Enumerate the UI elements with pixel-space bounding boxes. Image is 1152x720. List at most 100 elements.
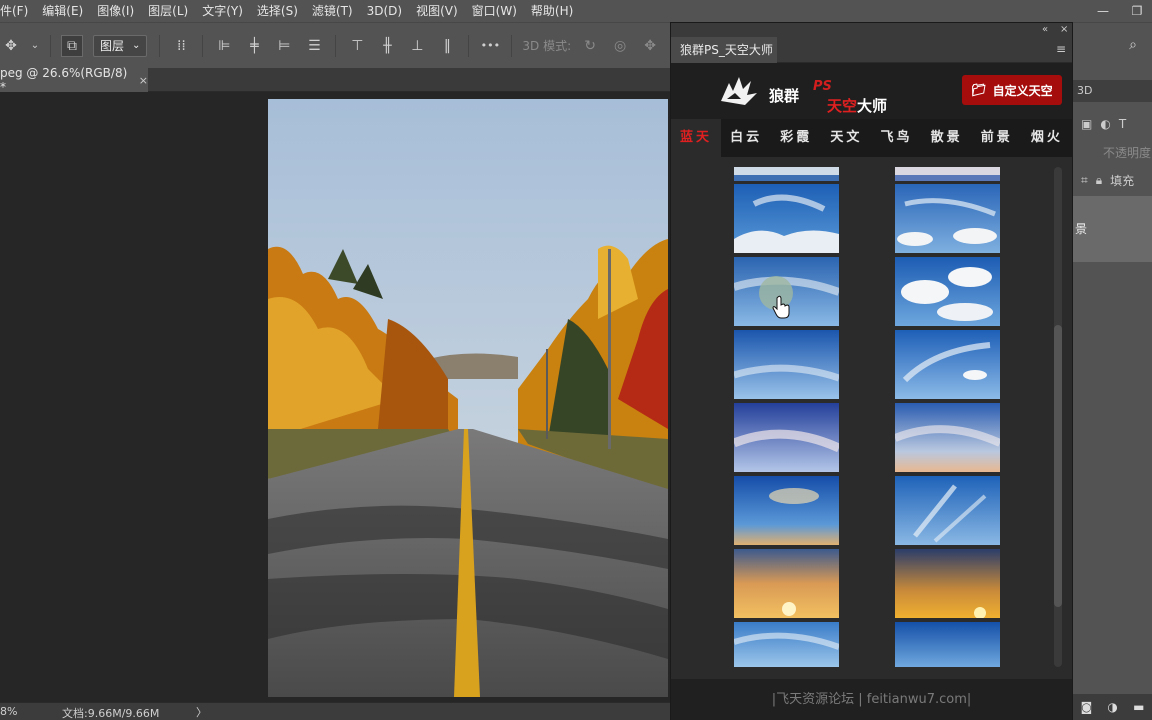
add-mask-icon[interactable]: ◙ xyxy=(1081,700,1093,714)
thumbnail-scrollbar[interactable] xyxy=(1054,167,1062,667)
menu-edit[interactable]: 编辑(E) xyxy=(35,0,90,22)
align-left-icon[interactable]: ⊫ xyxy=(213,35,235,57)
panel-menu-icon[interactable]: ≡ xyxy=(1056,42,1066,56)
tab-white-clouds[interactable]: 白云 xyxy=(721,119,771,157)
opacity-label: 不透明度 xyxy=(1103,145,1152,160)
custom-sky-button[interactable]: 📁︎ 自定义天空 xyxy=(962,75,1062,105)
3d-mode-label: 3D 模式: xyxy=(522,39,572,53)
transform-controls-icon[interactable]: ⁞⁞ xyxy=(170,35,192,57)
folder-icon[interactable]: ▬ xyxy=(1133,700,1144,714)
menu-type[interactable]: 文字(Y) xyxy=(195,0,250,22)
align-vcenter-icon[interactable]: ╫ xyxy=(376,35,398,57)
adjustment-filter-icon[interactable]: ◐ xyxy=(1100,117,1110,131)
fill-label: 填充 xyxy=(1110,173,1135,188)
hand-cursor-icon xyxy=(772,295,790,319)
lock-row: ⌗ 🔒︎ 填充 xyxy=(1073,166,1152,194)
sky-thumbnail[interactable] xyxy=(895,167,1000,181)
align-top-icon[interactable]: ⊤ xyxy=(346,35,368,57)
collapse-panel-button[interactable]: « xyxy=(1042,23,1048,37)
menu-help[interactable]: 帮助(H) xyxy=(524,0,580,22)
distribute-vertical-icon[interactable]: ‖ xyxy=(436,35,458,57)
close-panel-button[interactable]: × xyxy=(1060,23,1068,37)
align-right-icon[interactable]: ⊨ xyxy=(273,35,295,57)
restore-button[interactable]: ❐ xyxy=(1122,0,1152,22)
menu-image[interactable]: 图像(I) xyxy=(90,0,141,22)
sky-thumbnail[interactable] xyxy=(734,167,839,181)
tab-astronomy[interactable]: 天文 xyxy=(821,119,871,157)
sky-thumbnail[interactable] xyxy=(734,403,839,472)
search-icon[interactable]: ⌕ xyxy=(1122,34,1144,56)
tab-bokeh[interactable]: 散景 xyxy=(922,119,972,157)
sky-thumbnail[interactable] xyxy=(895,622,1000,667)
wolf-logo-icon xyxy=(721,77,757,105)
menu-view[interactable]: 视图(V) xyxy=(409,0,465,22)
panel-top-strip: « × xyxy=(671,23,1072,37)
tab-3d[interactable]: 3D xyxy=(1073,80,1152,102)
tab-foreground[interactable]: 前景 xyxy=(972,119,1022,157)
document-tab[interactable]: peg @ 26.6%(RGB/8) * × xyxy=(0,66,148,94)
category-tabs: 蓝天 白云 彩霞 天文 飞鸟 散景 前景 烟火 xyxy=(671,119,1072,157)
type-filter-icon[interactable]: T xyxy=(1119,117,1126,131)
menu-select[interactable]: 选择(S) xyxy=(250,0,305,22)
divider xyxy=(50,34,51,57)
menu-file[interactable]: 件(F) xyxy=(0,0,35,22)
plugin-header: 狼群 PS 天空大师 📁︎ 自定义天空 xyxy=(671,63,1072,119)
sky-thumbnail[interactable] xyxy=(895,330,1000,399)
plugin-footer: |飞天资源论坛 | feitianwu7.com| xyxy=(671,679,1072,720)
menu-window[interactable]: 窗口(W) xyxy=(465,0,524,22)
sky-thumbnail[interactable] xyxy=(895,257,1000,326)
sky-thumbnail[interactable] xyxy=(895,549,1000,618)
menu-filter[interactable]: 滤镜(T) xyxy=(305,0,360,22)
document-tab-title: peg @ 26.6%(RGB/8) * xyxy=(0,66,128,94)
tab-fireworks[interactable]: 烟火 xyxy=(1022,119,1072,157)
status-menu-arrow[interactable]: 〉 xyxy=(196,704,207,720)
sky-thumbnail[interactable] xyxy=(734,549,839,618)
chevron-down-icon: ⌄ xyxy=(132,40,141,51)
sky-thumbnail[interactable] xyxy=(734,184,839,253)
image-filter-icon[interactable]: ▣ xyxy=(1081,117,1092,131)
sky-thumbnail-grid xyxy=(671,157,1072,667)
zoom-level[interactable]: 8% xyxy=(0,705,17,718)
tab-blue-sky[interactable]: 蓝天 xyxy=(671,119,722,157)
3d-orbit-icon[interactable]: ↻ xyxy=(579,35,601,57)
sky-thumbnail[interactable] xyxy=(895,184,1000,253)
more-options-button[interactable]: ••• xyxy=(479,35,501,57)
layer-select-dropdown[interactable]: 图层 ⌄ xyxy=(93,34,148,57)
menu-3d[interactable]: 3D(D) xyxy=(360,0,409,22)
sky-thumbnail[interactable] xyxy=(734,622,839,667)
sky-thumbnail[interactable] xyxy=(895,476,1000,545)
plugin-tab-title: 狼群PS_天空大师 xyxy=(680,43,773,57)
logo-text-wolf: 狼群 xyxy=(769,87,800,105)
close-icon[interactable]: × xyxy=(139,74,148,87)
3d-roll-icon[interactable]: ◎ xyxy=(609,35,631,57)
layers-panel-footer: ◙ ◑ ▬ xyxy=(1073,694,1152,720)
custom-sky-label: 自定义天空 xyxy=(992,83,1053,98)
scrollbar-thumb[interactable] xyxy=(1054,325,1062,607)
adjustment-icon[interactable]: ◑ xyxy=(1107,700,1117,714)
divider xyxy=(202,34,204,57)
sky-thumbnail[interactable] xyxy=(895,403,1000,472)
sky-thumbnail[interactable] xyxy=(734,330,839,399)
document-image[interactable] xyxy=(268,99,668,697)
menu-layer[interactable]: 图层(L) xyxy=(141,0,195,22)
lock-position-icon[interactable]: ⌗ xyxy=(1081,173,1088,188)
3d-pan-icon[interactable]: ✥ xyxy=(639,35,661,57)
plugin-tab[interactable]: 狼群PS_天空大师 xyxy=(671,37,777,63)
divider xyxy=(335,34,337,57)
minimize-button[interactable]: — xyxy=(1088,0,1118,22)
chevron-down-icon[interactable]: ⌄ xyxy=(30,35,40,57)
align-bottom-icon[interactable]: ⊥ xyxy=(406,35,428,57)
divider xyxy=(159,34,161,57)
distribute-icon[interactable]: ☰ xyxy=(303,35,325,57)
tab-birds[interactable]: 飞鸟 xyxy=(872,119,922,157)
align-hcenter-icon[interactable]: ╪ xyxy=(243,35,265,57)
plugin-logo: 狼群 PS 天空大师 xyxy=(717,71,897,115)
lock-icon[interactable]: 🔒︎ xyxy=(1096,173,1102,188)
logo-text-master: 大师 xyxy=(857,97,888,115)
tab-sunset-glow[interactable]: 彩霞 xyxy=(771,119,821,157)
move-tool-icon[interactable]: ✥ xyxy=(0,35,22,57)
sky-thumbnail[interactable] xyxy=(734,476,839,545)
layer-row-background[interactable]: 景 xyxy=(1073,196,1152,262)
auto-select-icon[interactable]: ⧉ xyxy=(61,34,83,57)
layer-select-value: 图层 xyxy=(100,39,125,53)
